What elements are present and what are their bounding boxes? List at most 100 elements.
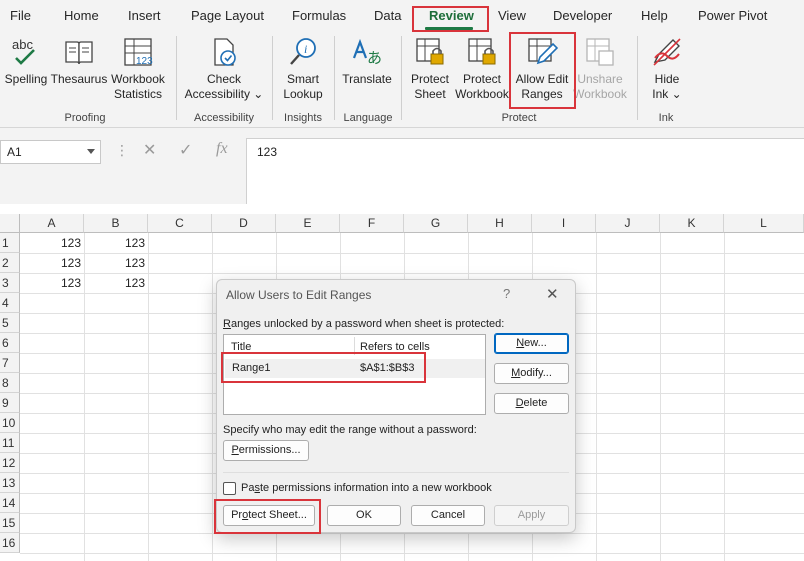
permissions-button[interactable]: Permissions... [223,440,309,461]
paste-permissions-label[interactable]: Paste permissions information into a new… [241,482,492,494]
row-header-10[interactable]: 10 [0,413,20,433]
column-header-h[interactable]: H [468,214,532,233]
row-header-7[interactable]: 7 [0,353,20,373]
hide-ink-button[interactable]: Hide Ink ⌄ [645,36,689,102]
tab-power-pivot[interactable]: Power Pivot [698,8,767,23]
translate-button[interactable]: あ Translate [340,36,394,87]
row-header-4[interactable]: 4 [0,293,20,313]
check-accessibility-icon [214,38,236,66]
row-header-6[interactable]: 6 [0,333,20,353]
column-header-l[interactable]: L [724,214,804,233]
svg-text:123: 123 [136,56,153,67]
cancel-button[interactable]: Cancel [411,505,485,526]
spelling-icon: abc [12,37,35,65]
allow-edit-ranges-label-2: Ranges [521,87,563,101]
column-refers-header[interactable]: Refers to cells [360,341,430,353]
tab-insert[interactable]: Insert [128,8,161,23]
delete-mnemonic: D [515,397,524,409]
name-box[interactable]: A1 [0,140,101,164]
svg-text:i: i [304,42,307,56]
check-accessibility-button[interactable]: Check Accessibility ⌄ [184,36,264,102]
paste-permissions-checkbox[interactable] [223,482,236,495]
row-header-12[interactable]: 12 [0,453,20,473]
paste-label-start: Pa [241,482,255,494]
column-header-c[interactable]: C [148,214,212,233]
column-title-header[interactable]: Title [231,341,251,353]
tab-home[interactable]: Home [64,8,99,23]
close-icon[interactable]: ✕ [546,285,559,303]
gridline [660,233,661,561]
select-all-corner[interactable] [0,214,20,233]
row-header-15[interactable]: 15 [0,513,20,533]
permissions-label: ermissions... [238,444,301,456]
allow-users-to-edit-ranges-dialog: Allow Users to Edit Ranges ? ✕ Ranges un… [216,279,576,533]
chevron-down-icon[interactable] [87,149,95,154]
workbook-statistics-button[interactable]: 123 Workbook Statistics [108,36,168,102]
row-header-5[interactable]: 5 [0,313,20,333]
workbook-statistics-label-1: Workbook [111,72,165,86]
cell-b3[interactable]: 123 [84,273,148,293]
range-row[interactable]: Range1 $A$1:$B$3 [225,359,485,378]
column-header-k[interactable]: K [660,214,724,233]
protect-sheet-button[interactable]: Protect Sheet [406,36,454,102]
hide-ink-icon [653,38,681,66]
column-header-a[interactable]: A [20,214,84,233]
row-header-14[interactable]: 14 [0,493,20,513]
row-header-11[interactable]: 11 [0,433,20,453]
allow-edit-ranges-button[interactable]: Allow Edit Ranges [512,36,572,102]
tab-review[interactable]: Review [429,8,474,23]
row-header-8[interactable]: 8 [0,373,20,393]
smart-lookup-button[interactable]: i Smart Lookup [280,36,326,102]
cell-b1[interactable]: 123 [84,233,148,253]
cell-a3[interactable]: 123 [20,273,84,293]
tab-data[interactable]: Data [374,8,401,23]
confirm-entry-icon[interactable]: ✓ [179,140,192,160]
ranges-listbox[interactable]: Title Refers to cells Range1 $A$1:$B$3 [223,334,486,415]
protect-sheet-dialog-button[interactable]: Protect Sheet... [223,505,315,526]
new-range-button[interactable]: New... [494,333,569,354]
cell-a2[interactable]: 123 [20,253,84,273]
column-header-d[interactable]: D [212,214,276,233]
insert-function-icon[interactable]: fx [216,140,228,158]
row-header-13[interactable]: 13 [0,473,20,493]
protect-workbook-button[interactable]: Protect Workbook [454,36,510,102]
unshare-workbook-icon [586,38,614,66]
cell-a1[interactable]: 123 [20,233,84,253]
active-tab-indicator [425,27,473,30]
unshare-workbook-button[interactable]: Unshare Workbook [572,36,628,102]
cancel-entry-icon[interactable]: ✕ [143,140,156,160]
row-header-2[interactable]: 2 [0,253,20,273]
tab-view[interactable]: View [498,8,526,23]
help-icon[interactable]: ? [503,286,510,301]
gridline [212,233,213,561]
dialog-title: Allow Users to Edit Ranges [226,288,372,302]
tab-page-layout[interactable]: Page Layout [191,8,264,23]
tab-formulas[interactable]: Formulas [292,8,346,23]
unshare-workbook-label-1: Unshare [577,72,623,86]
row-header-1[interactable]: 1 [0,233,20,253]
cell-b2[interactable]: 123 [84,253,148,273]
gridline [724,233,725,561]
row-header-3[interactable]: 3 [0,273,20,293]
row-header-16[interactable]: 16 [0,533,20,553]
column-header-j[interactable]: J [596,214,660,233]
delete-range-button[interactable]: Delete [494,393,569,414]
column-header-i[interactable]: I [532,214,596,233]
spelling-button[interactable]: abc Spelling [4,36,48,87]
svg-text:あ: あ [367,49,382,67]
modify-range-button[interactable]: Modify... [494,363,569,384]
column-header-e[interactable]: E [276,214,340,233]
ok-button[interactable]: OK [327,505,401,526]
apply-button[interactable]: Apply [494,505,569,526]
delete-label: elete [523,397,548,409]
column-header-b[interactable]: B [84,214,148,233]
row-header-9[interactable]: 9 [0,393,20,413]
formula-input[interactable]: 123 [246,138,804,204]
tab-file[interactable]: File [10,8,31,23]
thesaurus-button[interactable]: Thesaurus [50,36,108,87]
more-options-icon[interactable]: ⋮ [115,142,129,159]
tab-help[interactable]: Help [641,8,668,23]
column-header-g[interactable]: G [404,214,468,233]
tab-developer[interactable]: Developer [553,8,612,23]
column-header-f[interactable]: F [340,214,404,233]
